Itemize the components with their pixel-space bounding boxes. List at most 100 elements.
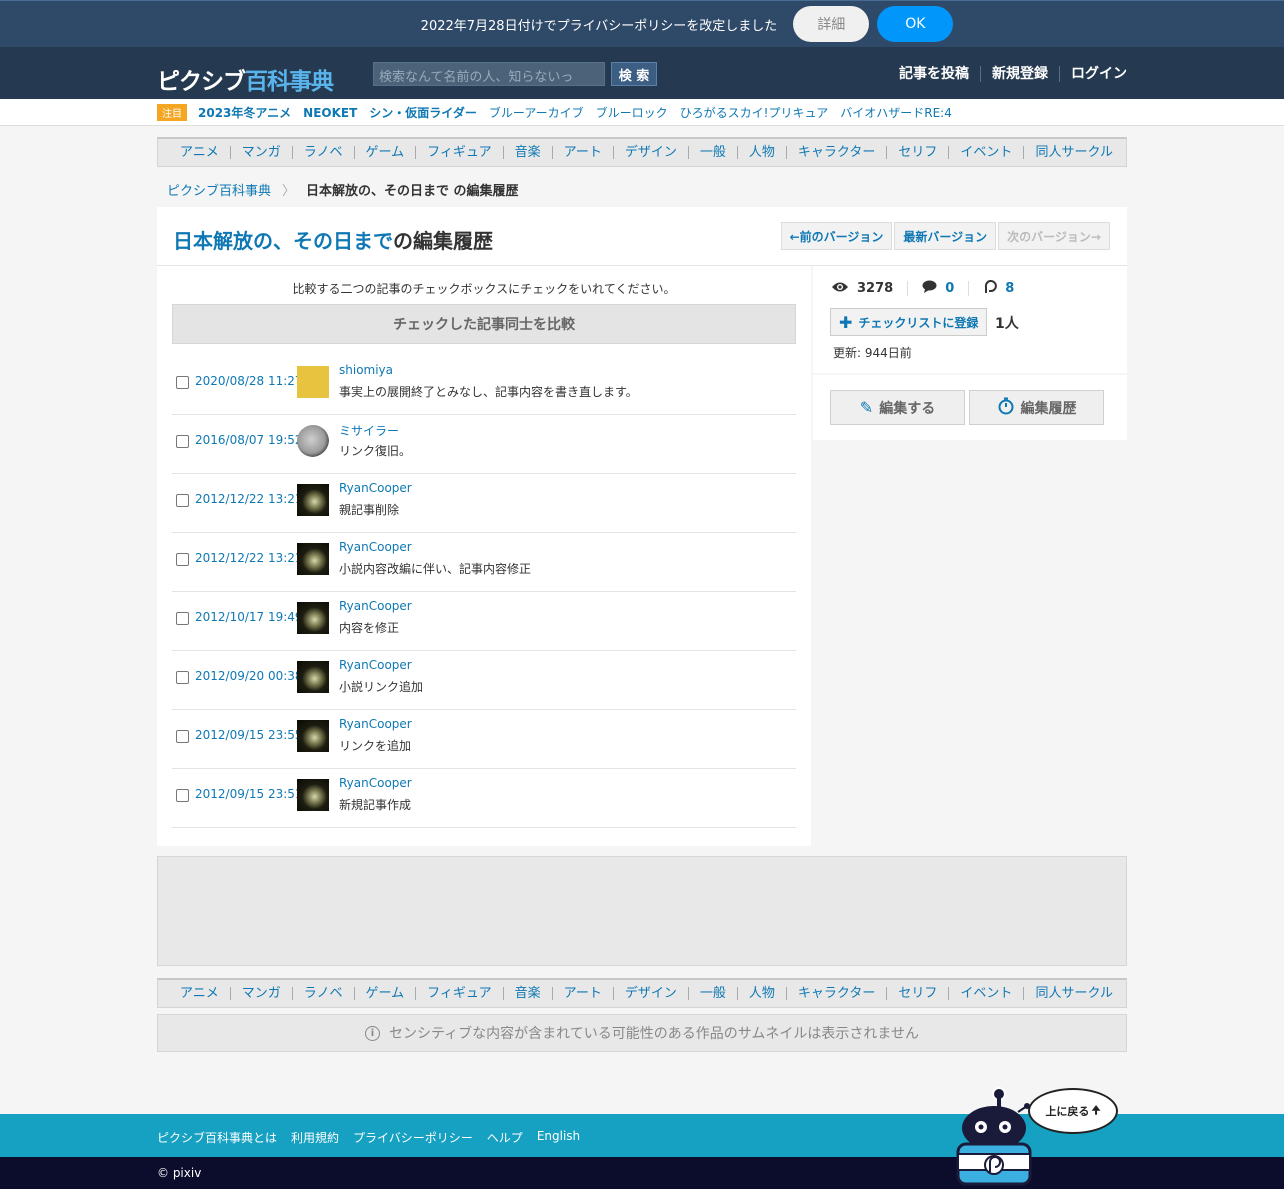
trending-item[interactable]: バイオハザードRE:4	[840, 104, 952, 121]
speech-bubble-icon	[922, 280, 937, 297]
search-button[interactable]: 検 索	[611, 62, 657, 86]
category-link[interactable]: アート	[551, 987, 613, 1000]
site-logo[interactable]: ピクシブ百科事典	[157, 62, 334, 96]
category-link[interactable]: マンガ	[229, 987, 292, 1000]
breadcrumb-current: 日本解放の、その日まで の編集履歴	[306, 184, 519, 199]
history-date-link[interactable]: 2020/08/28 11:27	[195, 374, 303, 388]
history-user-link[interactable]: RyanCooper	[339, 481, 412, 495]
history-checkbox[interactable]	[176, 553, 189, 566]
category-link[interactable]: デザイン	[612, 146, 688, 159]
category-link[interactable]: アニメ	[169, 987, 230, 1000]
login-link[interactable]: ログイン	[1059, 66, 1127, 82]
category-link[interactable]: アニメ	[169, 146, 230, 159]
history-date-link[interactable]: 2012/09/15 23:51	[195, 787, 303, 801]
history-user-link[interactable]: RyanCooper	[339, 599, 412, 613]
comments-stat[interactable]: 0	[907, 280, 968, 297]
avatar[interactable]	[297, 484, 329, 516]
avatar[interactable]	[297, 425, 329, 457]
category-link[interactable]: セリフ	[886, 987, 948, 1000]
history-user-link[interactable]: ミサイラー	[339, 422, 399, 439]
category-link[interactable]: ゲーム	[353, 146, 416, 159]
article-title-link[interactable]: 日本解放の、その日まで	[173, 229, 393, 253]
history-checkbox[interactable]	[176, 494, 189, 507]
back-to-top-button[interactable]: 上に戻る 🠉	[1028, 1088, 1118, 1134]
compare-button[interactable]: チェックした記事同士を比較	[172, 304, 796, 344]
category-link[interactable]: 音楽	[502, 987, 552, 1000]
trending-item[interactable]: ひろがるスカイ!プリキュア	[680, 104, 829, 121]
history-comment: 事実上の展開終了とみなし、記事内容を書き直します。	[339, 385, 638, 399]
history-user-link[interactable]: RyanCooper	[339, 717, 412, 731]
signup-link[interactable]: 新規登録	[980, 66, 1059, 82]
trending-item[interactable]: ブルーアーカイブ	[489, 104, 584, 121]
history-user-link[interactable]: RyanCooper	[339, 776, 412, 790]
category-link[interactable]: セリフ	[886, 146, 948, 159]
category-link[interactable]: イベント	[948, 146, 1023, 159]
category-link[interactable]: フィギュア	[415, 146, 502, 159]
avatar[interactable]	[297, 366, 329, 398]
category-link[interactable]: マンガ	[229, 146, 292, 159]
privacy-detail-button[interactable]: 詳細	[793, 6, 870, 42]
avatar[interactable]	[297, 720, 329, 752]
edit-button[interactable]: ✎ 編集する	[830, 390, 965, 425]
history-date-link[interactable]: 2012/09/20 00:38	[195, 669, 303, 683]
footer-english-link[interactable]: English	[537, 1129, 580, 1146]
history-comment: 小説リンク追加	[339, 680, 424, 694]
prev-version-button[interactable]: ←前のバージョン	[780, 222, 893, 250]
trending-item[interactable]: ブルーロック	[596, 104, 668, 121]
category-link[interactable]: 一般	[687, 987, 737, 1000]
post-article-link[interactable]: 記事を投稿	[888, 66, 980, 82]
privacy-ok-button[interactable]: OK	[877, 6, 954, 42]
trending-item[interactable]: シン・仮面ライダー	[369, 104, 477, 121]
footer-about-link[interactable]: ピクシブ百科事典とは	[157, 1129, 277, 1146]
add-checklist-button[interactable]: ✚ チェックリストに登録	[830, 308, 987, 336]
category-link[interactable]: ゲーム	[353, 987, 416, 1000]
history-checkbox[interactable]	[176, 612, 189, 625]
category-link[interactable]: 音楽	[502, 146, 552, 159]
category-link[interactable]: 同人サークル	[1023, 146, 1124, 159]
history-checkbox[interactable]	[176, 789, 189, 802]
avatar[interactable]	[297, 779, 329, 811]
back-to-top-mascot[interactable]: 上に戻る 🠉	[950, 1086, 1120, 1189]
category-link[interactable]: 人物	[736, 987, 786, 1000]
category-link[interactable]: 人物	[736, 146, 786, 159]
edit-history-button[interactable]: 編集履歴	[969, 390, 1104, 425]
category-link[interactable]: デザイン	[612, 987, 688, 1000]
breadcrumb-home[interactable]: ピクシブ百科事典	[167, 180, 271, 199]
history-user-link[interactable]: shiomiya	[339, 363, 393, 377]
category-link[interactable]: フィギュア	[415, 987, 502, 1000]
avatar[interactable]	[297, 602, 329, 634]
footer-privacy-link[interactable]: プライバシーポリシー	[353, 1129, 473, 1146]
category-link[interactable]: 一般	[687, 146, 737, 159]
history-checkbox[interactable]	[176, 376, 189, 389]
history-date-link[interactable]: 2012/09/15 23:55	[195, 728, 303, 742]
avatar[interactable]	[297, 661, 329, 693]
history-user-link[interactable]: RyanCooper	[339, 540, 412, 554]
history-date-link[interactable]: 2012/12/22 13:21	[195, 492, 303, 506]
history-checkbox[interactable]	[176, 435, 189, 448]
footer-help-link[interactable]: ヘルプ	[487, 1129, 523, 1146]
history-date-link[interactable]: 2016/08/07 19:52	[195, 433, 303, 447]
category-link[interactable]: アート	[551, 146, 613, 159]
pixiv-works-stat[interactable]: 8	[968, 279, 1015, 296]
history-row: 2012/10/17 19:49 RyanCooper 内容を修正	[172, 592, 796, 651]
category-link[interactable]: キャラクター	[785, 146, 886, 159]
history-date-link[interactable]: 2012/12/22 13:21	[195, 551, 303, 565]
search-input[interactable]: 検索なんて名前の人、知らないっ	[373, 62, 605, 86]
history-checkbox[interactable]	[176, 671, 189, 684]
avatar[interactable]	[297, 543, 329, 575]
trending-item[interactable]: 2023年冬アニメ	[198, 104, 291, 121]
category-link[interactable]: ラノベ	[291, 146, 354, 159]
category-link[interactable]: イベント	[948, 987, 1023, 1000]
ad-area	[157, 856, 1127, 966]
category-link[interactable]: キャラクター	[785, 987, 886, 1000]
latest-version-button[interactable]: 最新バージョン	[894, 222, 997, 250]
pixiv-works-count: 8	[1005, 281, 1015, 296]
history-date-link[interactable]: 2012/10/17 19:49	[195, 610, 303, 624]
category-link[interactable]: ラノベ	[291, 987, 354, 1000]
history-user-link[interactable]: RyanCooper	[339, 658, 412, 672]
history-checkbox[interactable]	[176, 730, 189, 743]
footer-terms-link[interactable]: 利用規約	[291, 1129, 339, 1146]
history-panel: 比較する二つの記事のチェックボックスにチェックをいれてください。 チェックした記…	[157, 266, 811, 846]
category-link[interactable]: 同人サークル	[1023, 987, 1124, 1000]
trending-item[interactable]: NEOKET	[303, 106, 357, 120]
